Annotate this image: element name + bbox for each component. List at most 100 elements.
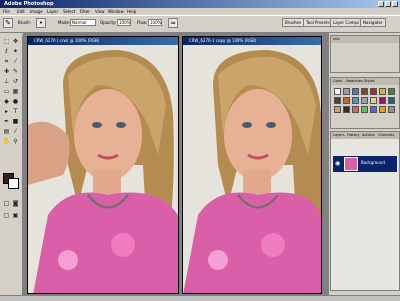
style-swatch[interactable] <box>379 88 386 95</box>
eyedropper-icon[interactable]: ⁄ <box>11 128 20 136</box>
flow-field[interactable]: 100% <box>148 19 162 26</box>
style-swatch[interactable] <box>343 88 350 95</box>
jump-to-imageready-icon[interactable]: ▣ <box>11 212 20 220</box>
document-window-original[interactable]: CRW_6270 (.crw) @ 100% (RGB) <box>27 36 179 294</box>
opacity-field[interactable]: 100% <box>117 19 131 26</box>
color-panel: Color Swatches Styles <box>330 77 400 129</box>
magic-wand-icon[interactable]: ✦ <box>11 48 20 56</box>
menu-edit[interactable]: Edit <box>17 8 25 15</box>
style-swatch[interactable] <box>361 106 368 113</box>
style-swatch[interactable] <box>370 97 377 104</box>
style-swatch[interactable] <box>352 88 359 95</box>
tab-tool-presets[interactable]: Tool Presets <box>303 18 333 27</box>
document-title-original: CRW_6270 (.crw) @ 100% (RGB) <box>28 37 178 45</box>
style-swatch[interactable] <box>388 106 395 113</box>
style-swatch[interactable] <box>388 88 395 95</box>
tab-layers[interactable]: Layers <box>333 132 345 139</box>
photo-canvas-original[interactable] <box>28 45 178 294</box>
gradient-icon[interactable]: ▦ <box>11 88 20 96</box>
marquee-icon[interactable]: ⬚ <box>2 38 11 46</box>
move-icon[interactable]: ✥ <box>11 38 20 46</box>
crop-icon[interactable]: ⌗ <box>2 58 11 66</box>
layer-thumbnail <box>344 157 358 171</box>
menu-filter[interactable]: Filter <box>80 8 90 15</box>
menu-layer[interactable]: Layer <box>47 8 58 15</box>
clone-stamp-icon[interactable]: ⊥ <box>2 78 11 86</box>
options-bar: ✎ Brush: • Mode: Normal Opacity: 100% Fl… <box>0 15 400 33</box>
notes-icon[interactable]: ▤ <box>2 128 11 136</box>
document-window-copy[interactable]: CRW_6270-1 copy @ 100% (RGB) <box>182 36 322 294</box>
style-swatch[interactable] <box>334 106 341 113</box>
path-select-icon[interactable]: ▸ <box>2 108 11 116</box>
lasso-icon[interactable]: ℓ <box>2 48 11 56</box>
brush-icon[interactable]: ✎ <box>3 18 13 28</box>
style-swatch[interactable] <box>352 97 359 104</box>
screen-mode-icon[interactable]: ▢ <box>2 212 11 220</box>
mode-label: Mode: <box>58 20 71 25</box>
style-swatch[interactable] <box>361 97 368 104</box>
style-swatch[interactable] <box>361 88 368 95</box>
text-icon[interactable]: T <box>11 108 20 116</box>
tab-color[interactable]: Color <box>333 78 342 85</box>
style-swatch[interactable] <box>343 97 350 104</box>
status-bar <box>0 295 400 301</box>
style-swatch[interactable] <box>334 97 341 104</box>
menu-window[interactable]: Window <box>108 8 124 15</box>
standard-mode-icon[interactable]: □ <box>2 200 11 208</box>
tab-brushes[interactable]: Brushes <box>282 18 305 27</box>
menu-image[interactable]: Image <box>30 8 43 15</box>
tab-info[interactable]: Info <box>333 36 340 43</box>
shape-icon[interactable]: ■ <box>11 118 20 126</box>
zoom-icon[interactable]: ⚲ <box>11 138 20 146</box>
close-button[interactable] <box>392 1 398 7</box>
airbrush-icon[interactable]: ≈ <box>168 18 178 28</box>
tab-navigator[interactable]: Navigator <box>360 18 386 27</box>
history-brush-icon[interactable]: ↺ <box>11 78 20 86</box>
tab-styles[interactable]: Styles <box>364 78 375 85</box>
mode-select[interactable]: Normal <box>70 19 96 26</box>
tab-history[interactable]: History <box>347 132 359 139</box>
pen-icon[interactable]: ✒ <box>2 118 11 126</box>
info-panel: Info <box>330 35 400 73</box>
style-swatch[interactable] <box>370 88 377 95</box>
style-swatch[interactable] <box>343 106 350 113</box>
brush-label: Brush: <box>18 20 31 25</box>
brush-preset-picker[interactable]: • <box>36 18 46 28</box>
layer-row-background[interactable]: ◉ Background <box>333 156 397 172</box>
menu-select[interactable]: Select <box>63 8 75 15</box>
style-swatch[interactable] <box>352 106 359 113</box>
tab-channels[interactable]: Channels <box>378 132 394 139</box>
menu-view[interactable]: View <box>95 8 105 15</box>
dodge-icon[interactable]: ● <box>11 98 20 106</box>
eye-icon[interactable]: ◉ <box>335 160 340 167</box>
menu-file[interactable]: File <box>3 8 10 15</box>
blur-icon[interactable]: ◆ <box>2 98 11 106</box>
healing-brush-icon[interactable]: ✚ <box>2 68 11 76</box>
menu-help[interactable]: Help <box>127 8 136 15</box>
style-swatch[interactable] <box>334 88 341 95</box>
tab-swatches[interactable]: Swatches <box>346 78 363 85</box>
photo-canvas-copy[interactable] <box>183 45 321 294</box>
tab-actions[interactable]: Actions <box>362 132 375 139</box>
background-color-swatch[interactable] <box>8 178 19 189</box>
hand-icon[interactable]: ✋ <box>2 138 11 146</box>
style-swatch[interactable] <box>379 97 386 104</box>
app-title: Adobe Photoshop <box>4 1 54 7</box>
style-swatch[interactable] <box>370 106 377 113</box>
style-swatch[interactable] <box>379 106 386 113</box>
maximize-button[interactable] <box>385 1 391 7</box>
layers-panel: Layers History Actions Channels ◉ Backgr… <box>330 131 400 291</box>
slice-icon[interactable]: ⁄ <box>11 58 20 66</box>
palette-dock: Info Color Swatches Styles Layers Histor… <box>328 33 400 295</box>
tab-layer-comps[interactable]: Layer Comps <box>330 18 363 27</box>
brush-tool-icon[interactable]: ✎ <box>11 68 20 76</box>
quick-mask-icon[interactable]: ◙ <box>11 200 20 208</box>
layer-name: Background <box>361 160 385 165</box>
opacity-label: Opacity: <box>100 20 117 25</box>
layers-panel-tabs: Layers History Actions Channels <box>331 132 399 139</box>
style-swatch[interactable] <box>388 97 395 104</box>
minimize-button[interactable] <box>378 1 384 7</box>
color-panel-tabs: Color Swatches Styles <box>331 78 399 85</box>
document-title-copy: CRW_6270-1 copy @ 100% (RGB) <box>183 37 321 45</box>
eraser-icon[interactable]: ▭ <box>2 88 11 96</box>
